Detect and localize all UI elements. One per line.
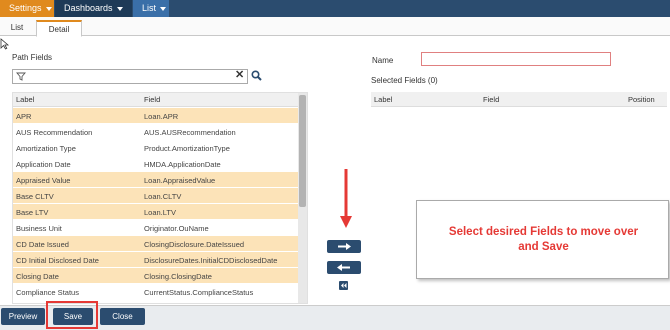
caret-down-icon <box>160 6 167 11</box>
list-label: List <box>142 3 157 13</box>
row-label: Compliance Status <box>16 288 79 297</box>
row-field: AUS.AUSRecommendation <box>144 128 236 137</box>
name-field[interactable] <box>421 52 611 66</box>
row-field: Loan.LTV <box>144 208 176 217</box>
filter-icon <box>16 72 26 81</box>
row-field: Closing.ClosingDate <box>144 272 212 281</box>
table-row[interactable]: CD Initial Disclosed Date DisclosureDates… <box>13 252 299 268</box>
dashboards-menu[interactable]: Dashboards <box>55 0 132 17</box>
path-fields-grid: Label Field APR Loan.APR AUS Recommendatio… <box>12 92 308 304</box>
table-row[interactable]: AUS Recommendation AUS.AUSRecommendation <box>13 124 299 140</box>
row-field: Product.AmortizationType <box>144 144 230 153</box>
preview-button[interactable]: Preview <box>1 308 45 325</box>
callout-line-1: Select desired Fields to move over <box>448 226 639 238</box>
row-label: Closing Date <box>16 272 59 281</box>
tab-list[interactable]: List <box>4 20 30 36</box>
row-field: ClosingDisclosure.DateIssued <box>144 240 245 249</box>
row-label: Base LTV <box>16 208 49 217</box>
save-highlight-box <box>46 301 98 329</box>
row-field: Loan.APR <box>144 112 179 121</box>
table-row[interactable]: Compliance Status CurrentStatus.Complianc… <box>13 284 299 300</box>
selected-column-field[interactable]: Field <box>483 95 499 104</box>
column-field-header[interactable]: Field <box>144 95 160 104</box>
column-label-header[interactable]: Label <box>16 95 34 104</box>
table-row[interactable]: APR Loan.APR <box>13 108 299 124</box>
move-all-left-button[interactable] <box>339 281 348 290</box>
table-row[interactable]: Business Unit Originator.OuName <box>13 220 299 236</box>
list-menu[interactable]: List <box>133 0 169 17</box>
row-field: HMDA.ApplicationDate <box>144 160 221 169</box>
close-button[interactable]: Close <box>100 308 145 325</box>
table-row[interactable]: Base LTV Loan.LTV <box>13 204 299 220</box>
name-label: Name <box>372 56 394 65</box>
move-left-button[interactable] <box>327 261 361 274</box>
table-row[interactable]: Closing Date Closing.ClosingDate <box>13 268 299 284</box>
scrollbar-thumb[interactable] <box>299 95 306 207</box>
settings-menu[interactable]: Settings <box>0 0 54 17</box>
tab-bar: List Detail <box>0 17 670 37</box>
row-label: CD Initial Disclosed Date <box>16 256 99 265</box>
caret-down-icon <box>45 6 52 11</box>
row-label: Appraised Value <box>16 176 71 185</box>
selected-fields-title: Selected Fields (0) <box>371 76 438 85</box>
settings-label: Settings <box>9 3 42 13</box>
tab-detail[interactable]: Detail <box>36 20 82 37</box>
red-down-arrow-icon <box>340 169 352 228</box>
row-label: Business Unit <box>16 224 62 233</box>
row-field: CurrentStatus.ComplianceStatus <box>144 288 254 297</box>
row-label: Application Date <box>16 160 71 169</box>
table-row[interactable]: Application Date HMDA.ApplicationDate <box>13 156 299 172</box>
row-label: CD Date Issued <box>16 240 69 249</box>
dashboards-label: Dashboards <box>64 3 113 13</box>
clear-search-icon[interactable]: ✕ <box>235 68 244 81</box>
mouse-cursor-icon <box>0 38 10 50</box>
table-row[interactable]: Base CLTV Loan.CLTV <box>13 188 299 204</box>
caret-down-icon <box>116 6 123 11</box>
table-row[interactable]: CD Date Issued ClosingDisclosure.DateIssu… <box>13 236 299 252</box>
arrow-right-icon <box>338 243 351 250</box>
callout-text: Select desired Fields to move over and S… <box>417 225 670 255</box>
table-row[interactable]: Appraised Value Loan.AppraisedValue <box>13 172 299 188</box>
callout-line-2: and Save <box>518 241 569 253</box>
search-icon[interactable] <box>251 70 262 81</box>
row-label: Base CLTV <box>16 192 54 201</box>
selected-column-position[interactable]: Position <box>628 95 655 104</box>
path-fields-search-input[interactable] <box>12 69 248 84</box>
row-field: DisclosureDates.InitialCDDisclosedDate <box>144 256 278 265</box>
table-row[interactable]: Amortization Type Product.AmortizationTyp… <box>13 140 299 156</box>
selected-fields-header: Label Field Position <box>371 92 667 107</box>
row-field: Originator.OuName <box>144 224 209 233</box>
move-right-button[interactable] <box>327 240 361 253</box>
row-label: APR <box>16 112 32 121</box>
grid-header: Label Field <box>13 93 299 107</box>
double-arrow-left-icon <box>341 283 347 288</box>
arrow-left-icon <box>337 264 350 271</box>
instruction-callout: Select desired Fields to move over and S… <box>416 200 669 279</box>
grid-scrollbar[interactable] <box>298 93 307 303</box>
row-label: Amortization Type <box>16 144 76 153</box>
selected-column-label[interactable]: Label <box>374 95 392 104</box>
row-field: Loan.AppraisedValue <box>144 176 216 185</box>
row-field: Loan.CLTV <box>144 192 182 201</box>
path-fields-title: Path Fields <box>12 53 53 62</box>
row-label: AUS Recommendation <box>16 128 93 137</box>
top-nav: Settings Dashboards List <box>0 0 670 17</box>
